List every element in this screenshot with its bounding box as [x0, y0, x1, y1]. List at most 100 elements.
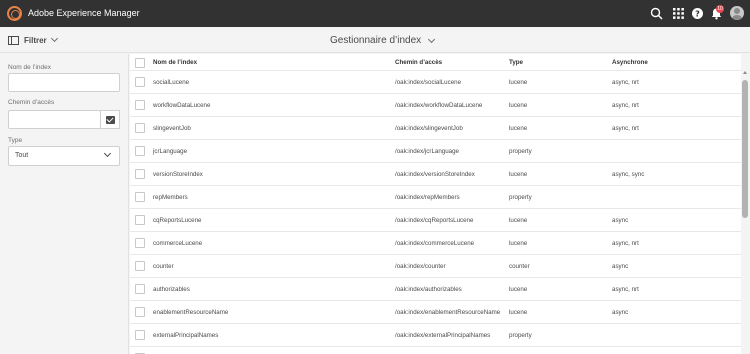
table-row[interactable]: externalPrincipalNames/oak:index/externa…: [130, 324, 741, 347]
index-table: Nom de l’index Chemin d’accès Type Async…: [130, 54, 741, 354]
app-title[interactable]: Adobe Experience Manager: [28, 8, 140, 18]
scroll-up-arrow-icon[interactable]: [743, 71, 747, 74]
checkbox-icon: [105, 115, 115, 124]
table-row[interactable]: cmLucene/oak:index/cmLuceneluceneasync, …: [130, 347, 741, 354]
row-checkbox[interactable]: [135, 307, 145, 317]
row-checkbox[interactable]: [135, 261, 145, 271]
svg-text:?: ?: [695, 10, 700, 19]
table-row[interactable]: authorizables/oak:index/authorizables luc…: [130, 278, 741, 301]
page-title-dropdown[interactable]: Gestionnaire d’index: [330, 35, 436, 46]
cell-type: lucene: [509, 125, 528, 132]
table-row[interactable]: repMembers/oak:index/repMembers property: [130, 186, 741, 209]
cell-path: /oak:index/enablementResourceName: [395, 309, 501, 316]
table-row[interactable]: cqReportsLucene/oak:index/cqReportsLucen…: [130, 209, 741, 232]
filter-rail-toggle-button[interactable]: Filtrer: [8, 33, 58, 47]
cell-type: property: [509, 148, 532, 155]
row-checkbox[interactable]: [135, 192, 145, 202]
cell-async: async: [612, 217, 629, 224]
row-checkbox[interactable]: [135, 169, 145, 179]
cell-type: property: [509, 194, 532, 201]
cell-type: lucene: [509, 286, 528, 293]
table-row[interactable]: enablementResourceName/oak:index/enablem…: [130, 301, 741, 324]
row-checkbox[interactable]: [135, 284, 145, 294]
cell-path: /oak:index/counter: [395, 263, 446, 270]
cell-type: lucene: [509, 102, 528, 109]
cell-async: async: [612, 309, 629, 316]
column-header-type[interactable]: Type: [509, 59, 523, 66]
cell-async: async: [612, 263, 629, 270]
cell-path: /oak:index/cqReportsLucene: [395, 217, 474, 224]
cell-path: /oak:index/socialLucene: [395, 79, 462, 86]
row-checkbox[interactable]: [135, 330, 145, 340]
cell-index-name: versionStoreIndex: [153, 171, 203, 178]
table-row[interactable]: commerceLucene/oak:index/commerceLucene l…: [130, 232, 741, 255]
cell-path: /oak:index/externalPrincipalNames: [395, 332, 491, 339]
cell-index-name: cqReportsLucene: [153, 217, 202, 224]
path-picker-button[interactable]: [100, 110, 120, 129]
table-header: Nom de l’index Chemin d’accès Type Async…: [130, 54, 741, 71]
cell-async: async, nrt: [612, 79, 639, 86]
table-row[interactable]: jcrLanguage/oak:index/jcrLanguage propert…: [130, 140, 741, 163]
path-input[interactable]: [8, 110, 101, 129]
cell-type: lucene: [509, 217, 528, 224]
table-row[interactable]: versionStoreIndex/oak:index/versionStore…: [130, 163, 741, 186]
row-checkbox[interactable]: [135, 238, 145, 248]
chevron-down-icon: [103, 149, 112, 158]
row-checkbox[interactable]: [135, 123, 145, 133]
cell-index-name: socialLucene: [153, 79, 190, 86]
filter-rail: Nom de l’index Chemin d’accès Type Tout: [0, 54, 129, 354]
aem-logo-icon[interactable]: [7, 6, 22, 21]
search-icon[interactable]: [650, 7, 663, 20]
cell-path: /oak:index/slingeventJob: [395, 125, 463, 132]
notification-count-badge: 10: [716, 5, 724, 13]
action-bar: Filtrer Gestionnaire d’index: [0, 27, 750, 53]
type-select[interactable]: Tout: [8, 146, 120, 166]
scrollbar-thumb[interactable]: [742, 80, 748, 218]
row-checkbox[interactable]: [135, 100, 145, 110]
cell-index-name: enablementResourceName: [153, 309, 229, 316]
table-row[interactable]: slingeventJob/oak:index/slingeventJob luc…: [130, 117, 741, 140]
rail-toggle-icon: [8, 35, 19, 45]
user-avatar[interactable]: [730, 6, 744, 20]
column-header-path[interactable]: Chemin d’accès: [395, 59, 442, 66]
row-checkbox[interactable]: [135, 77, 145, 87]
filter-label: Filtrer: [24, 35, 47, 45]
cell-type: property: [509, 332, 532, 339]
cell-async: async, nrt: [612, 240, 639, 247]
page-title: Gestionnaire d’index: [330, 35, 422, 46]
cell-type: counter: [509, 263, 530, 270]
table-row[interactable]: socialLucene/oak:index/socialLucene lucen…: [130, 71, 741, 94]
shell-header: Adobe Experience Manager ? 10: [0, 0, 750, 27]
help-icon[interactable]: ?: [691, 7, 704, 20]
row-checkbox[interactable]: [135, 146, 145, 156]
chevron-down-icon: [50, 34, 58, 43]
cell-async: async, nrt: [612, 102, 639, 109]
column-header-name[interactable]: Nom de l’index: [153, 59, 197, 66]
index-name-input[interactable]: [8, 73, 120, 92]
solutions-grid-icon[interactable]: [672, 7, 685, 20]
table-row[interactable]: workflowDataLucene/oak:index/workflowDat…: [130, 94, 741, 117]
cell-async: async, sync: [612, 171, 645, 178]
cell-index-name: slingeventJob: [153, 125, 191, 132]
cell-type: lucene: [509, 171, 528, 178]
select-all-checkbox[interactable]: [135, 58, 145, 68]
cell-index-name: commerceLucene: [153, 240, 203, 247]
row-checkbox[interactable]: [135, 215, 145, 225]
cell-index-name: repMembers: [153, 194, 188, 201]
table-row[interactable]: counter/oak:index/counter counter async: [130, 255, 741, 278]
type-label: Type: [8, 137, 23, 144]
cell-index-name: workflowDataLucene: [153, 102, 211, 109]
cell-index-name: counter: [153, 263, 174, 270]
cell-type: lucene: [509, 79, 528, 86]
cell-index-name: externalPrincipalNames: [153, 332, 219, 339]
cell-index-name: jcrLanguage: [153, 148, 188, 155]
cell-path: /oak:index/commerceLucene: [395, 240, 475, 247]
type-select-value: Tout: [15, 152, 29, 159]
index-name-label: Nom de l’index: [8, 64, 51, 71]
cell-type: lucene: [509, 240, 528, 247]
cell-path: /oak:index/workflowDataLucene: [395, 102, 483, 109]
column-header-async[interactable]: Asynchrone: [612, 59, 648, 66]
cell-index-name: authorizables: [153, 286, 190, 293]
cell-type: lucene: [509, 309, 528, 316]
cell-path: /oak:index/jcrLanguage: [395, 148, 459, 155]
